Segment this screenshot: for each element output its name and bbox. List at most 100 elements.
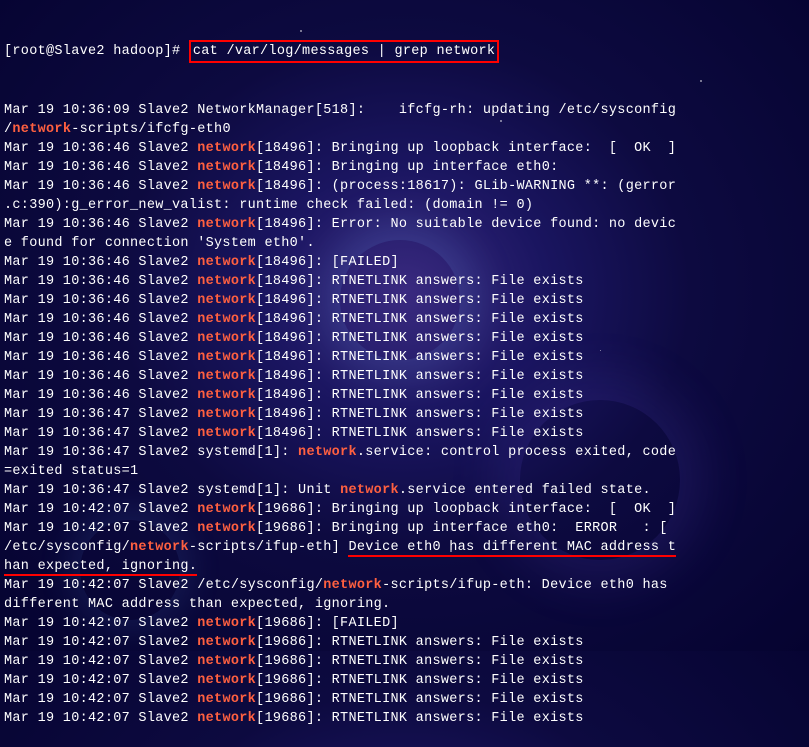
- log-text: [19686]: Bringing up interface eth0: ERR…: [256, 521, 668, 536]
- log-text: Mar 19 10:36:46 Slave2: [4, 312, 197, 327]
- log-text: Mar 19 10:36:47 Slave2 systemd[1]:: [4, 445, 298, 460]
- log-text: e found for connection 'System eth0'.: [4, 236, 315, 251]
- log-text: Mar 19 10:42:07 Slave2: [4, 673, 197, 688]
- grep-match: network: [197, 426, 256, 441]
- grep-match: network: [197, 255, 256, 270]
- command-highlight: cat /var/log/messages | grep network: [189, 40, 499, 63]
- grep-match: network: [197, 350, 256, 365]
- log-line: Mar 19 10:42:07 Slave2 network[19686]: B…: [4, 500, 805, 519]
- log-text: Mar 19 10:36:46 Slave2: [4, 369, 197, 384]
- log-text: /etc/sysconfig/: [4, 540, 130, 555]
- log-line: .c:390):g_error_new_valist: runtime chec…: [4, 196, 805, 215]
- log-line: Mar 19 10:42:07 Slave2 network[19686]: […: [4, 614, 805, 633]
- log-line: han expected, ignoring.: [4, 557, 805, 576]
- log-text: [18496]: RTNETLINK answers: File exists: [256, 426, 584, 441]
- log-lines: Mar 19 10:36:09 Slave2 NetworkManager[51…: [4, 101, 805, 728]
- grep-match: network: [197, 692, 256, 707]
- log-line: Mar 19 10:42:07 Slave2 /etc/sysconfig/ne…: [4, 576, 805, 595]
- log-line: Mar 19 10:42:07 Slave2 network[19686]: R…: [4, 633, 805, 652]
- grep-match: network: [197, 407, 256, 422]
- prompt-line[interactable]: [root@Slave2 hadoop]# cat /var/log/messa…: [4, 40, 805, 63]
- log-text: [19686]: RTNETLINK answers: File exists: [256, 654, 584, 669]
- log-line: Mar 19 10:36:46 Slave2 network[18496]: R…: [4, 348, 805, 367]
- log-text: Mar 19 10:36:46 Slave2: [4, 274, 197, 289]
- log-text: -scripts/ifcfg-eth0: [71, 122, 231, 137]
- log-line: Mar 19 10:36:47 Slave2 systemd[1]: netwo…: [4, 443, 805, 462]
- log-text: Mar 19 10:36:09 Slave2 NetworkManager[51…: [4, 103, 676, 118]
- log-text: Mar 19 10:36:47 Slave2 systemd[1]: Unit: [4, 483, 340, 498]
- grep-match: network: [197, 521, 256, 536]
- log-text: [18496]: RTNETLINK answers: File exists: [256, 331, 584, 346]
- log-line: different MAC address than expected, ign…: [4, 595, 805, 614]
- log-text: [19686]: RTNETLINK answers: File exists: [256, 635, 584, 650]
- log-line: Mar 19 10:36:46 Slave2 network[18496]: R…: [4, 291, 805, 310]
- log-line: Mar 19 10:36:47 Slave2 network[18496]: R…: [4, 424, 805, 443]
- log-text: [18496]: (process:18617): GLib-WARNING *…: [256, 179, 676, 194]
- log-text: Mar 19 10:36:46 Slave2: [4, 293, 197, 308]
- grep-match: network: [197, 160, 256, 175]
- log-text: Mar 19 10:42:07 Slave2: [4, 711, 197, 726]
- log-text: [18496]: Error: No suitable device found…: [256, 217, 676, 232]
- log-text: Mar 19 10:36:46 Slave2: [4, 388, 197, 403]
- log-text: [19686]: RTNETLINK answers: File exists: [256, 711, 584, 726]
- log-text: [18496]: RTNETLINK answers: File exists: [256, 274, 584, 289]
- log-text: -scripts/ifup-eth: Device eth0 has: [382, 578, 676, 593]
- log-text: Mar 19 10:42:07 Slave2: [4, 654, 197, 669]
- log-line: Mar 19 10:36:47 Slave2 systemd[1]: Unit …: [4, 481, 805, 500]
- log-line: Mar 19 10:36:46 Slave2 network[18496]: R…: [4, 310, 805, 329]
- grep-match: network: [197, 388, 256, 403]
- grep-match: network: [197, 502, 256, 517]
- log-text: [18496]: RTNETLINK answers: File exists: [256, 369, 584, 384]
- grep-match: network: [197, 654, 256, 669]
- grep-match: network: [197, 673, 256, 688]
- grep-match: network: [12, 122, 71, 137]
- log-text: Device eth0 has different MAC address t: [348, 540, 676, 557]
- log-line: Mar 19 10:36:46 Slave2 network[18496]: (…: [4, 177, 805, 196]
- log-line: Mar 19 10:36:09 Slave2 NetworkManager[51…: [4, 101, 805, 120]
- log-text: [18496]: RTNETLINK answers: File exists: [256, 388, 584, 403]
- log-line: Mar 19 10:36:46 Slave2 network[18496]: R…: [4, 272, 805, 291]
- log-text: [19686]: Bringing up loopback interface:…: [256, 502, 676, 517]
- log-line: Mar 19 10:36:47 Slave2 network[18496]: R…: [4, 405, 805, 424]
- log-line: Mar 19 10:36:46 Slave2 network[18496]: R…: [4, 329, 805, 348]
- log-text: Mar 19 10:36:46 Slave2: [4, 179, 197, 194]
- grep-match: network: [197, 217, 256, 232]
- log-text: Mar 19 10:42:07 Slave2: [4, 521, 197, 536]
- log-text: Mar 19 10:42:07 Slave2: [4, 692, 197, 707]
- log-line: Mar 19 10:36:46 Slave2 network[18496]: B…: [4, 139, 805, 158]
- log-text: .service: control process exited, code: [357, 445, 676, 460]
- log-line: Mar 19 10:36:46 Slave2 network[18496]: R…: [4, 386, 805, 405]
- grep-match: network: [197, 616, 256, 631]
- log-line: Mar 19 10:36:46 Slave2 network[18496]: R…: [4, 367, 805, 386]
- grep-match: network: [298, 445, 357, 460]
- log-text: Mar 19 10:42:07 Slave2: [4, 635, 197, 650]
- grep-match: network: [197, 179, 256, 194]
- log-text: [19686]: [FAILED]: [256, 616, 399, 631]
- log-text: Mar 19 10:42:07 Slave2: [4, 616, 197, 631]
- grep-match: network: [197, 141, 256, 156]
- log-text: [18496]: [FAILED]: [256, 255, 399, 270]
- log-line: Mar 19 10:36:46 Slave2 network[18496]: […: [4, 253, 805, 272]
- grep-match: network: [323, 578, 382, 593]
- log-line: =exited status=1: [4, 462, 805, 481]
- log-text: Mar 19 10:36:46 Slave2: [4, 331, 197, 346]
- log-line: Mar 19 10:42:07 Slave2 network[19686]: R…: [4, 652, 805, 671]
- terminal-output[interactable]: [root@Slave2 hadoop]# cat /var/log/messa…: [4, 2, 805, 747]
- grep-match: network: [197, 369, 256, 384]
- log-text: [18496]: Bringing up interface eth0:: [256, 160, 558, 175]
- log-text: =exited status=1: [4, 464, 138, 479]
- log-text: Mar 19 10:36:46 Slave2: [4, 255, 197, 270]
- log-text: [18496]: RTNETLINK answers: File exists: [256, 312, 584, 327]
- grep-match: network: [197, 711, 256, 726]
- grep-match: network: [197, 274, 256, 289]
- grep-match: network: [340, 483, 399, 498]
- log-text: [18496]: RTNETLINK answers: File exists: [256, 407, 584, 422]
- log-text: Mar 19 10:36:46 Slave2: [4, 350, 197, 365]
- grep-match: network: [197, 293, 256, 308]
- log-text: [18496]: RTNETLINK answers: File exists: [256, 293, 584, 308]
- log-line: Mar 19 10:36:46 Slave2 network[18496]: B…: [4, 158, 805, 177]
- log-text: -scripts/ifup-eth]: [189, 540, 349, 555]
- log-line: e found for connection 'System eth0'.: [4, 234, 805, 253]
- log-text: Mar 19 10:36:47 Slave2: [4, 426, 197, 441]
- log-text: han expected, ignoring.: [4, 559, 197, 576]
